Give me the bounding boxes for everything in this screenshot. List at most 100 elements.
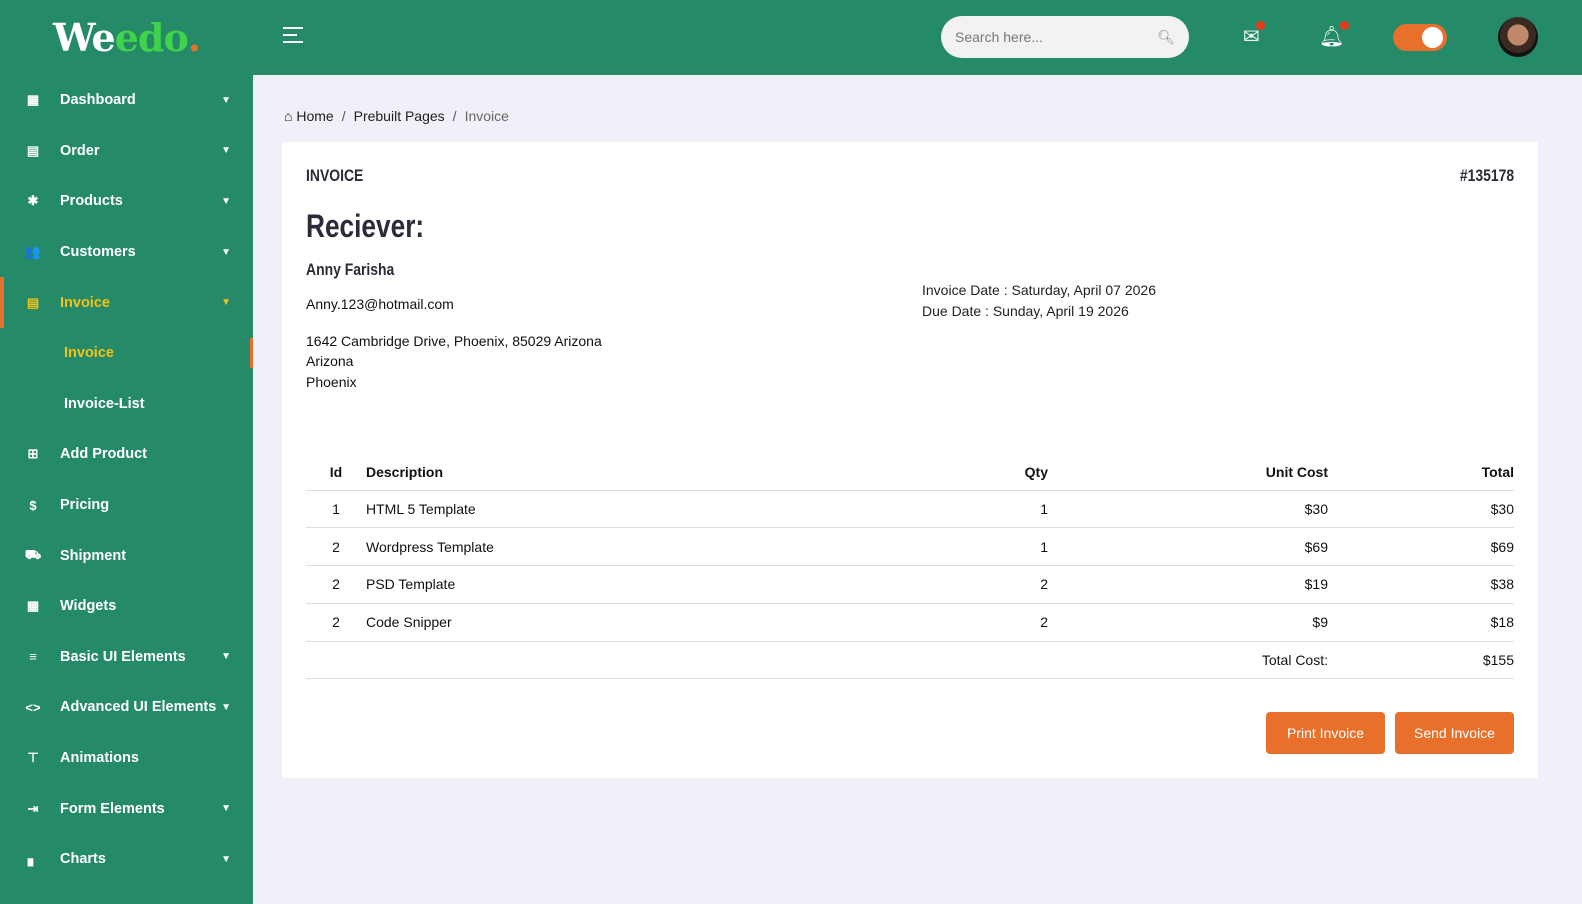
table-cell: 2	[908, 565, 1048, 604]
invoice-dates: Invoice Date : Saturday, April 07 2026 D…	[922, 280, 1156, 322]
sidebar-icon: ▤	[26, 142, 40, 158]
table-cell: $18	[1328, 603, 1514, 642]
avatar[interactable]	[1498, 17, 1538, 57]
col-unit-cost: Unit Cost	[1048, 455, 1328, 491]
address-city: Phoenix	[306, 373, 357, 390]
sidebar-item-add-product[interactable]: ⊞ Add Product	[0, 429, 253, 480]
receiver-details: Anny.123@hotmail.com 1642 Cambridge Driv…	[306, 294, 602, 392]
invoice-table: Id Description Qty Unit Cost Total 1 HTML…	[306, 455, 1514, 680]
sidebar-item-label: Shipment	[60, 547, 127, 564]
sidebar-item-dashboard[interactable]: ▦ Dashboard ▼	[0, 75, 253, 126]
sidebar-item-invoice[interactable]: ▤ Invoice ▼	[0, 277, 253, 328]
sidebar-item-invoice-list[interactable]: Invoice-List	[0, 379, 253, 430]
table-cell: 1	[306, 490, 366, 529]
sidebar-item-label: Charts	[60, 851, 106, 868]
sidebar-item-label: Widgets	[60, 598, 117, 615]
table-cell: $69	[1328, 527, 1514, 567]
chevron-down-icon: ▼	[221, 853, 231, 865]
table-cell: 2	[306, 565, 366, 604]
sidebar-icon: $	[29, 497, 37, 513]
total-value: $155	[1328, 641, 1514, 680]
chevron-down-icon: ▼	[221, 94, 231, 106]
sidebar-item-customers[interactable]: 👥 Customers ▼	[0, 227, 253, 278]
invoice-title: INVOICE	[306, 166, 364, 185]
sidebar-icon: ▖	[28, 851, 38, 867]
sidebar-icon: ⇥	[27, 800, 39, 816]
receiver-heading: Reciever:	[306, 208, 425, 244]
menu-toggle-icon[interactable]	[283, 27, 303, 48]
total-row: Total Cost: $155	[306, 641, 1514, 680]
table-cell: 1	[908, 527, 1048, 567]
topbar: Search here... 🔍︎ ✉ 🔔︎	[253, 0, 1582, 75]
invoice-number: #135178	[1459, 166, 1514, 185]
chevron-down-icon: ▼	[221, 195, 231, 207]
sidebar-item-shipment[interactable]: ⛟ Shipment	[0, 530, 253, 581]
sidebar-item-invoice[interactable]: Invoice	[0, 328, 253, 379]
theme-toggle[interactable]	[1393, 24, 1447, 51]
chevron-down-icon: ▼	[221, 145, 231, 157]
sidebar-item-label: Animations	[60, 750, 139, 767]
sidebar-icon: ⊤	[27, 750, 39, 766]
sidebar-item-charts[interactable]: ▖ Charts ▼	[0, 834, 253, 885]
table-cell: $30	[1048, 490, 1328, 529]
chevron-down-icon: ▼	[221, 651, 231, 663]
table-row: 2 Wordpress Template 1 $69 $69	[306, 527, 1514, 567]
sidebar-item-animations[interactable]: ⊤ Animations	[0, 733, 253, 784]
sidebar-item-label: Invoice-List	[64, 395, 145, 412]
sidebar-icon: ▤	[26, 294, 40, 310]
sidebar-icon: ▦	[26, 598, 40, 614]
sidebar-item-form-elements[interactable]: ⇥ Form Elements ▼	[0, 783, 253, 834]
table-row: 2 Code Snipper 2 $9 $18	[306, 603, 1514, 642]
col-qty: Qty	[908, 455, 1048, 491]
sidebar-item-products[interactable]: ✱ Products ▼	[0, 176, 253, 227]
sidebar-icon: ✱	[27, 193, 39, 209]
table-cell: 1	[908, 490, 1048, 529]
col-description: Description	[366, 455, 908, 491]
table-cell: $69	[1048, 527, 1328, 567]
col-id: Id	[306, 455, 366, 491]
logo[interactable]: We edo.	[0, 0, 253, 75]
send-invoice-button[interactable]: Send Invoice	[1395, 712, 1514, 754]
home-icon: ⌂	[284, 108, 293, 124]
sidebar-item-label: Invoice	[64, 345, 114, 362]
sidebar-item-widgets[interactable]: ▦ Widgets	[0, 581, 253, 632]
table-cell: $9	[1048, 603, 1328, 642]
address-state: Arizona	[306, 353, 354, 369]
address-line: 1642 Cambridge Drive, Phoenix, 85029 Ari…	[306, 332, 602, 349]
search-icon[interactable]: 🔍︎	[1157, 29, 1175, 46]
due-date: Due Date : Sunday, April 19 2026	[922, 303, 1129, 319]
sidebar-item-advanced-ui-elements[interactable]: <> Advanced UI Elements ▼	[0, 682, 253, 733]
table-cell: 2	[908, 603, 1048, 642]
sidebar-item-pricing[interactable]: $ Pricing	[0, 480, 253, 531]
sidebar-item-label: Basic UI Elements	[60, 648, 186, 665]
receiver-email: Anny.123@hotmail.com	[306, 296, 454, 312]
breadcrumb-current: Invoice	[464, 108, 509, 124]
print-invoice-button[interactable]: Print Invoice	[1266, 712, 1385, 754]
chevron-down-icon: ▼	[221, 701, 231, 713]
chevron-down-icon: ▼	[221, 246, 231, 258]
sidebar-icon: ⛟	[24, 546, 42, 562]
mail-icon[interactable]: ✉	[1243, 21, 1265, 49]
sidebar-item-label: Products	[60, 193, 123, 210]
table-cell: HTML 5 Template	[366, 490, 908, 529]
sidebar-item-label: Pricing	[60, 497, 110, 514]
table-row: 2 PSD Template 2 $19 $38	[306, 565, 1514, 604]
sidebar-item-basic-ui-elements[interactable]: ≡ Basic UI Elements ▼	[0, 632, 253, 683]
table-cell: PSD Template	[366, 565, 908, 604]
breadcrumb-prebuilt[interactable]: Prebuilt Pages	[354, 108, 445, 124]
sidebar-icon: 👥	[24, 244, 42, 260]
chevron-down-icon: ▼	[221, 297, 231, 309]
sidebar-item-order[interactable]: ▤ Order ▼	[0, 126, 253, 177]
sidebar-icon: <>	[25, 699, 41, 715]
invoice-date: Invoice Date : Saturday, April 07 2026	[922, 282, 1156, 298]
search-input[interactable]: Search here... 🔍︎	[941, 16, 1189, 58]
breadcrumb-home[interactable]: Home	[296, 108, 333, 124]
table-cell: 2	[306, 603, 366, 642]
sidebar-item-label: Dashboard	[60, 92, 136, 109]
table-row: 1 HTML 5 Template 1 $30 $30	[306, 490, 1514, 529]
receiver-name: Anny Farisha	[306, 260, 395, 279]
col-total: Total	[1328, 455, 1514, 491]
table-cell: $19	[1048, 565, 1328, 604]
sidebar-item-label: Invoice	[60, 294, 110, 311]
bell-icon[interactable]: 🔔︎	[1319, 21, 1350, 49]
